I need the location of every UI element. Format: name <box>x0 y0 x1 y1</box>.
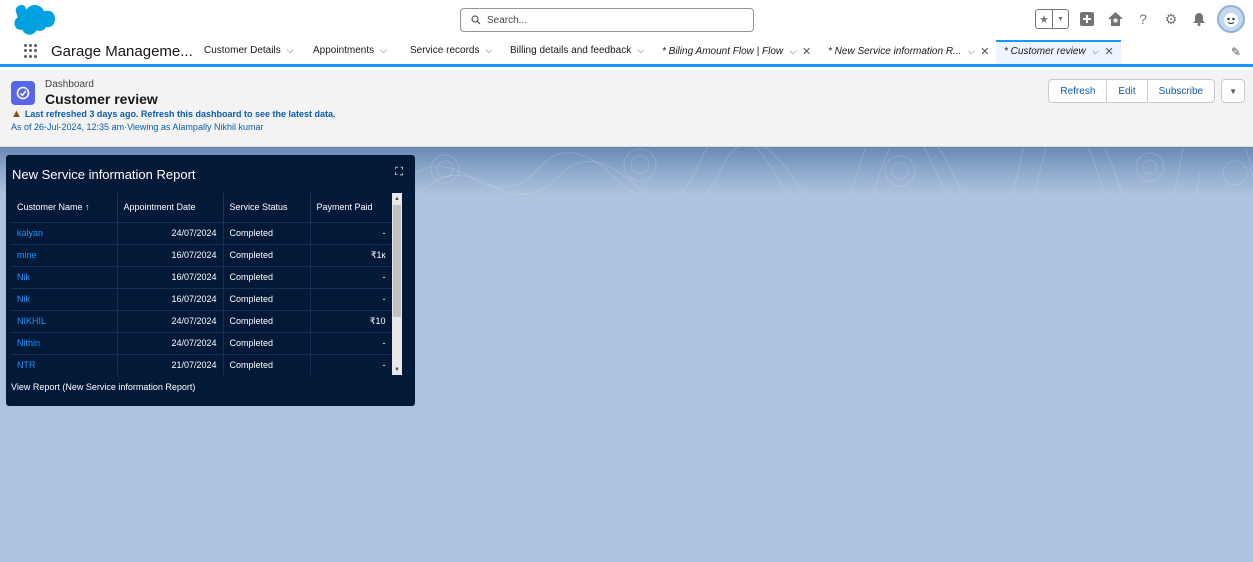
close-icon[interactable]: ✕ <box>802 45 811 58</box>
scroll-down-arrow-icon[interactable]: ▼ <box>392 364 402 375</box>
app-navigation-bar: Garage Manageme... Customer Details ⌵ Ap… <box>0 40 1253 67</box>
payment-paid-cell: - <box>310 221 393 244</box>
service-status-cell: Completed <box>223 243 311 266</box>
table-row: Nithin 24/07/2024 Completed - <box>11 331 393 354</box>
expand-icon[interactable]: ⛶ <box>395 166 403 179</box>
nav-item-billing-details[interactable]: Billing details and feedback ⌵ <box>510 45 644 56</box>
report-table-container: Customer Name ↑ Appointment Date Service… <box>11 193 407 375</box>
app-name: Garage Manageme... <box>51 43 193 60</box>
chevron-down-icon[interactable]: ⌵ <box>485 45 492 56</box>
customer-name-link[interactable]: NTR <box>11 353 118 375</box>
warning-icon: ▲ <box>11 108 22 120</box>
nav-item-appointments[interactable]: Appointments ⌵ <box>313 45 387 56</box>
appointment-date-cell: 16/07/2024 <box>117 243 224 266</box>
setup-gear-icon[interactable]: ⚙ <box>1161 9 1181 29</box>
view-report-link[interactable]: View Report (New Service information Rep… <box>11 382 195 392</box>
chevron-down-icon[interactable]: ⌵ <box>967 46 974 57</box>
payment-paid-cell: - <box>310 353 393 375</box>
chevron-down-icon[interactable]: ⌵ <box>287 45 294 56</box>
close-icon[interactable]: ✕ <box>1105 45 1114 58</box>
table-header-row: Customer Name ↑ Appointment Date Service… <box>11 193 393 222</box>
customer-name-link[interactable]: Nithin <box>11 331 118 354</box>
customer-name-link[interactable]: mine <box>11 243 118 266</box>
scrollbar-thumb[interactable] <box>393 205 401 317</box>
chevron-down-icon[interactable]: ⌵ <box>789 46 796 57</box>
search-icon <box>471 15 481 25</box>
service-status-cell: Completed <box>223 265 311 288</box>
dashboard-header: Dashboard Customer review ▲ Last refresh… <box>0 70 1253 147</box>
appointment-date-cell: 24/07/2024 <box>117 331 224 354</box>
refresh-button[interactable]: Refresh <box>1048 79 1108 103</box>
refresh-warning: ▲ Last refreshed 3 days ago. Refresh thi… <box>11 108 336 120</box>
close-icon[interactable]: ✕ <box>980 45 989 58</box>
more-actions-dropdown[interactable]: ▼ <box>1221 79 1245 103</box>
edit-button[interactable]: Edit <box>1106 79 1148 103</box>
table-row: kalyan 24/07/2024 Completed - <box>11 221 393 244</box>
service-status-cell: Completed <box>223 331 311 354</box>
column-header-service-status[interactable]: Service Status <box>223 193 311 222</box>
service-status-cell: Completed <box>223 309 311 332</box>
tab-biling-amount-flow[interactable]: * Biling Amount Flow | Flow ⌵ ✕ <box>662 45 811 58</box>
service-status-cell: Completed <box>223 353 311 375</box>
dashboard-type-label: Dashboard <box>45 79 94 90</box>
column-header-appointment-date[interactable]: Appointment Date <box>117 193 224 222</box>
chevron-down-icon[interactable]: ⌵ <box>1092 46 1099 57</box>
payment-paid-cell: ₹1к <box>310 243 393 266</box>
tab-new-service-information[interactable]: * New Service information R... ⌵ ✕ <box>828 45 989 58</box>
header-utility-icons: ★ ▼ ? ⚙ <box>1035 5 1245 33</box>
service-status-cell: Completed <box>223 287 311 310</box>
salesforce-cloud-icon[interactable] <box>11 5 58 37</box>
page-title: Customer review <box>45 91 158 107</box>
add-icon[interactable] <box>1077 9 1097 29</box>
appointment-date-cell: 24/07/2024 <box>117 221 224 244</box>
global-header: ★ ▼ ? ⚙ <box>0 0 1253 40</box>
report-table: Customer Name ↑ Appointment Date Service… <box>11 193 393 375</box>
column-header-customer-name[interactable]: Customer Name ↑ <box>11 193 118 222</box>
help-icon[interactable]: ? <box>1133 9 1153 29</box>
appointment-date-cell: 21/07/2024 <box>117 353 224 375</box>
global-search[interactable] <box>460 8 754 32</box>
subscribe-button[interactable]: Subscribe <box>1146 79 1216 103</box>
trailhead-icon[interactable] <box>1105 9 1125 29</box>
payment-paid-cell: - <box>310 331 393 354</box>
table-row: NIKHIL 24/07/2024 Completed ₹10 <box>11 309 393 332</box>
notification-bell-icon[interactable] <box>1189 9 1209 29</box>
customer-name-link[interactable]: Nik <box>11 265 118 288</box>
appointment-date-cell: 16/07/2024 <box>117 265 224 288</box>
edit-pencil-icon[interactable]: ✎ <box>1231 45 1241 59</box>
column-header-payment-paid[interactable]: Payment Paid <box>310 193 393 222</box>
favorites-dropdown-icon[interactable]: ▼ <box>1052 10 1068 28</box>
nav-item-customer-details[interactable]: Customer Details ⌵ <box>204 45 294 56</box>
as-of-timestamp: As of 26-Jul-2024, 12:35 am·Viewing as A… <box>11 122 264 132</box>
chevron-down-icon: ▼ <box>1229 86 1237 96</box>
customer-name-link[interactable]: NIKHIL <box>11 309 118 332</box>
favorites-star-icon[interactable]: ★ <box>1036 10 1052 28</box>
dashboard-icon <box>11 81 35 105</box>
widget-title: New Service information Report <box>12 167 196 182</box>
appointment-date-cell: 16/07/2024 <box>117 287 224 310</box>
waffle-icon[interactable] <box>24 44 38 58</box>
avatar[interactable] <box>1217 5 1245 33</box>
dashboard-actions: Refresh Edit Subscribe ▼ <box>1048 79 1245 103</box>
scroll-up-arrow-icon[interactable]: ▲ <box>392 193 402 204</box>
table-scrollbar[interactable]: ▲ ▼ <box>392 193 402 375</box>
chevron-down-icon[interactable]: ⌵ <box>380 45 387 56</box>
search-input[interactable] <box>487 14 727 26</box>
favorites-button-group[interactable]: ★ ▼ <box>1035 9 1069 29</box>
appointment-date-cell: 24/07/2024 <box>117 309 224 332</box>
report-table-widget: New Service information Report ⛶ Custome… <box>6 155 415 406</box>
table-row: mine 16/07/2024 Completed ₹1к <box>11 243 393 266</box>
nav-item-service-records[interactable]: Service records ⌵ <box>410 45 492 56</box>
service-status-cell: Completed <box>223 221 311 244</box>
payment-paid-cell: ₹10 <box>310 309 393 332</box>
chevron-down-icon[interactable]: ⌵ <box>637 45 644 56</box>
customer-name-link[interactable]: Nik <box>11 287 118 310</box>
customer-name-link[interactable]: kalyan <box>11 221 118 244</box>
tab-customer-review[interactable]: * Customer review ⌵ ✕ <box>1004 45 1114 58</box>
table-row: Nik 16/07/2024 Completed - <box>11 265 393 288</box>
payment-paid-cell: - <box>310 287 393 310</box>
payment-paid-cell: - <box>310 265 393 288</box>
table-row: NTR 21/07/2024 Completed - <box>11 353 393 375</box>
table-row: Nik 16/07/2024 Completed - <box>11 287 393 310</box>
